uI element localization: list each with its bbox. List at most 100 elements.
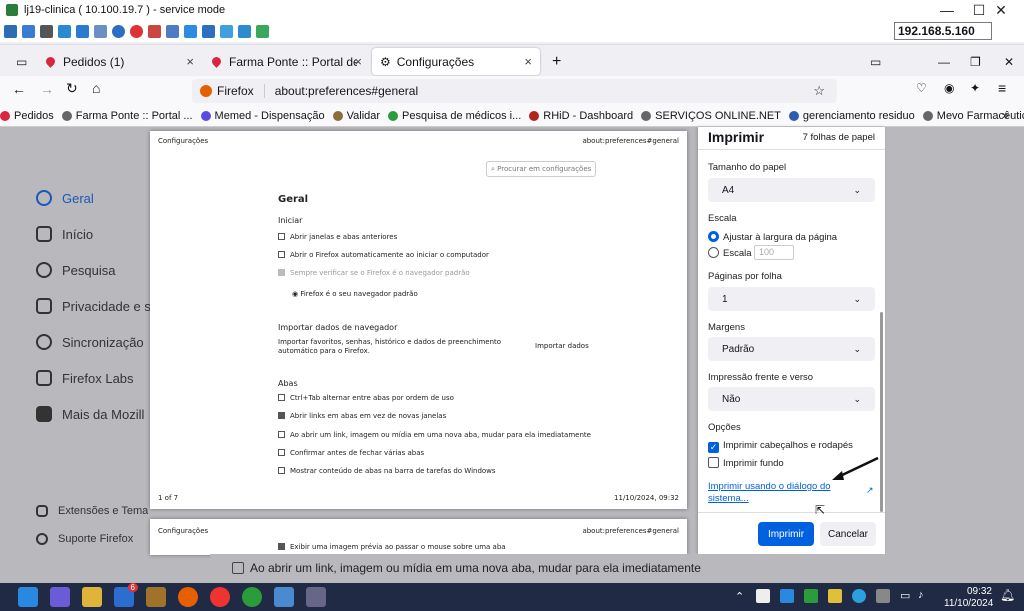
account-icon[interactable]: ◉ [944,81,954,95]
app-icon[interactable] [274,587,294,607]
bookmark-item[interactable]: SERVIÇOS ONLINE.NET [641,110,781,122]
fit-width-radio[interactable]: Ajustar à largura da página [708,231,837,243]
close-tab-icon[interactable]: × [186,54,194,69]
ip-field[interactable]: 192.168.5.160 [894,22,992,40]
print-button[interactable]: Imprimir [758,522,814,546]
tray-icon[interactable] [804,589,818,603]
cancel-button[interactable]: Cancelar [820,522,876,546]
gear-icon[interactable] [306,587,326,607]
whatsapp-icon[interactable] [242,587,262,607]
back-icon[interactable]: ← [12,81,26,97]
url-bar[interactable]: Firefox about:preferences#general ☆ [192,79,837,103]
bookmark-star-icon[interactable]: ☆ [813,83,825,99]
forward-icon[interactable]: → [40,81,54,97]
system-dialog-link[interactable]: Imprimir usando o diálogo do sistema... [708,481,833,505]
bookmark-icon [388,110,399,121]
tool-icon[interactable] [166,24,179,38]
sidebar-item-mozilla[interactable]: Mais da Mozill [36,406,144,422]
gear-icon[interactable] [40,24,53,38]
remote-app-icon [6,4,18,16]
camera-icon[interactable] [220,24,233,38]
app-icon[interactable]: 6 [114,583,138,607]
menu-icon[interactable]: ≡ [998,80,1006,96]
close-tab-icon[interactable]: × [354,54,362,69]
chrome-icon[interactable] [210,587,230,607]
paper-size-select[interactable]: A4 ⌄ [708,178,875,202]
chat-icon[interactable] [256,24,269,38]
sidebar-item-suporte[interactable]: Suporte Firefox [36,533,133,545]
tab-configuracoes[interactable]: ⚙ Configurações × [372,48,540,75]
pocket-icon[interactable]: ♡ [916,81,927,95]
tray-icon[interactable] [852,589,866,603]
sidebar-item-sincronizacao[interactable]: Sincronização [36,334,144,350]
tray-icon[interactable] [780,589,794,603]
close-window-button[interactable]: ✕ [978,0,1024,20]
close-tab-icon[interactable]: × [524,54,532,69]
scale-radio[interactable]: Escala [708,247,752,259]
reload-icon[interactable]: ↻ [66,80,78,97]
panel-scrollbar[interactable] [880,312,883,512]
tab-farma-ponte[interactable]: Farma Ponte :: Portal de Serviço × [204,48,370,75]
sidebar-item-geral[interactable]: Geral [36,190,94,206]
refresh-icon[interactable] [58,24,71,38]
home-icon[interactable]: ⌂ [92,80,100,96]
sidebar-item-labs[interactable]: Firefox Labs [36,370,134,386]
close-browser[interactable]: ✕ [996,48,1022,75]
start-icon[interactable] [18,587,38,607]
windows-icon[interactable] [76,24,89,38]
pages-per-sheet-select[interactable]: 1 ⌄ [708,287,875,311]
tray-chevron-icon[interactable]: ⌃ [735,590,744,603]
preview-option: Mostrar conteúdo de abas na barra de tar… [278,467,496,475]
bookmark-item[interactable]: gerenciamento residuo [788,110,915,122]
network-icon[interactable]: ▭ [900,589,910,602]
bookmark-item[interactable]: Pedidos [0,110,54,122]
firefox-icon[interactable] [178,587,198,607]
tool-icon[interactable] [22,24,35,38]
tray-icon[interactable] [828,589,842,603]
extensions-icon[interactable]: ✦ [970,81,980,95]
copilot-icon[interactable] [50,587,70,607]
tray-icon[interactable] [756,589,770,603]
scale-input[interactable]: 100 [754,245,794,260]
tool-icon[interactable] [148,24,161,38]
bookmark-item[interactable]: RHiD - Dashboard [529,110,633,122]
chevron-right-icon[interactable]: » [1002,108,1009,122]
bookmark-icon [529,110,540,121]
sidebar-item-inicio[interactable]: Início [36,226,93,242]
tool-icon[interactable] [4,24,17,38]
bookmark-item[interactable]: Validar [332,110,380,122]
bookmark-icon [0,110,10,121]
bookmark-item[interactable]: Pesquisa de médicos i... [388,110,521,122]
sidebar-item-privacidade[interactable]: Privacidade e s [36,298,151,314]
restore-browser[interactable]: ❐ [962,48,989,75]
bookmark-item[interactable]: Memed - Dispensação [200,110,325,122]
print-header-right: about:preferences#general [582,137,679,145]
monitor-icon[interactable] [184,24,197,38]
tab-label: Farma Ponte :: Portal de Serviço [229,54,357,69]
margins-select[interactable]: Padrão ⌄ [708,337,875,361]
tool-icon[interactable] [202,24,215,38]
info-icon[interactable] [112,24,125,38]
min-browser[interactable]: — [930,48,958,75]
tab-pedidos[interactable]: Pedidos (1) × [38,48,202,75]
tool-icon[interactable] [94,24,107,38]
taskbar: 6 ⌃ ▭ ♪ 09:32 11/10/2024 🔔︎ [0,583,1024,611]
headers-footers-checkbox[interactable]: ✓ Imprimir cabeçalhos e rodapés [708,440,853,453]
duplex-select[interactable]: Não ⌄ [708,387,875,411]
sidebar-item-extensoes[interactable]: Extensões e Tema [36,505,148,517]
tab-list-icon[interactable]: ▭ [8,48,36,75]
print-header-right: about:preferences#general [582,527,679,535]
folder-icon[interactable] [82,587,102,607]
sidebar-toggle-icon[interactable]: ▭ [862,48,889,75]
preview-option: Ctrl+Tab alternar entre abas por ordem d… [278,394,454,402]
notification-icon[interactable]: 🔔︎ [1000,588,1015,602]
new-tab-button[interactable]: + [544,48,569,75]
stop-icon[interactable] [130,24,143,38]
sidebar-item-pesquisa[interactable]: Pesquisa [36,262,115,278]
app-icon[interactable] [146,587,166,607]
tray-icon[interactable] [876,589,890,603]
tool-icon[interactable] [238,24,251,38]
volume-icon[interactable]: ♪ [918,589,924,601]
print-background-checkbox[interactable]: Imprimir fundo [708,457,784,469]
bookmark-item[interactable]: Farma Ponte :: Portal ... [61,110,193,122]
